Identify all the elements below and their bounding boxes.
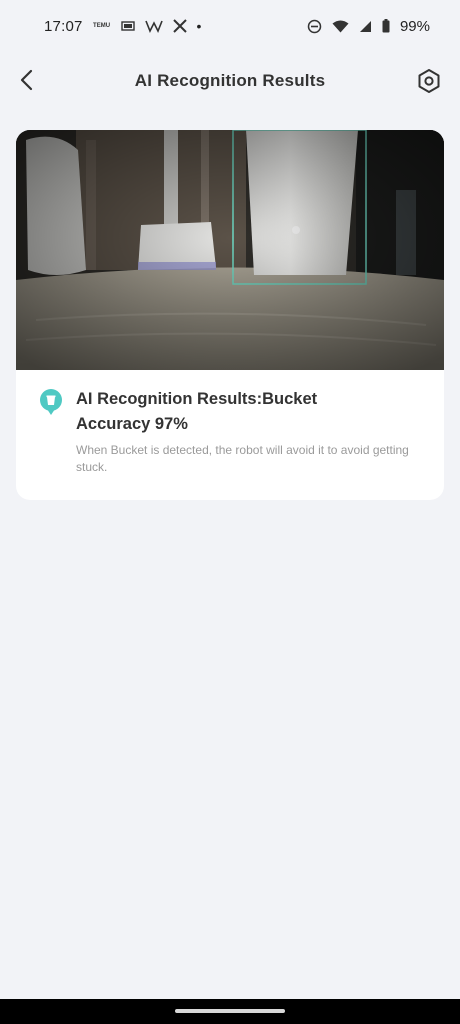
home-indicator[interactable] <box>175 1009 285 1013</box>
x-icon <box>172 19 187 33</box>
notification-dot: • <box>196 18 202 34</box>
recognition-card: AI Recognition Results:Bucket Accuracy 9… <box>16 130 444 500</box>
result-accuracy: Accuracy 97% <box>76 415 188 433</box>
camera-image <box>16 130 444 370</box>
app-header: AI Recognition Results <box>0 52 460 110</box>
chevron-left-icon <box>20 69 33 91</box>
w-icon <box>144 19 163 33</box>
bucket-icon <box>40 389 62 415</box>
status-right: 99% <box>307 18 430 35</box>
signal-icon <box>359 20 372 33</box>
result-area: AI Recognition Results:Bucket Accuracy 9… <box>16 370 444 500</box>
settings-button[interactable] <box>412 64 446 98</box>
page-title: AI Recognition Results <box>134 71 326 90</box>
dnd-icon <box>307 19 322 34</box>
battery-icon <box>382 19 390 33</box>
settings-icon <box>418 69 440 93</box>
status-time: 17:07 <box>44 17 83 35</box>
status-bar: 17:07 TEMU • 99% <box>0 0 460 52</box>
recognition-photo[interactable] <box>16 130 444 370</box>
result-description: When Bucket is detected, the robot will … <box>76 443 409 474</box>
result-title: AI Recognition Results:Bucket Accuracy 9… <box>76 387 416 437</box>
temu-icon: TEMU <box>93 23 111 29</box>
app-icon <box>120 20 135 32</box>
system-nav-bar <box>0 999 460 1024</box>
result-label: AI Recognition Results:Bucket <box>76 390 318 408</box>
back-button[interactable] <box>10 64 42 96</box>
status-left: 17:07 TEMU • <box>44 18 201 35</box>
wifi-icon <box>332 20 349 33</box>
battery-percent: 99% <box>399 17 430 35</box>
